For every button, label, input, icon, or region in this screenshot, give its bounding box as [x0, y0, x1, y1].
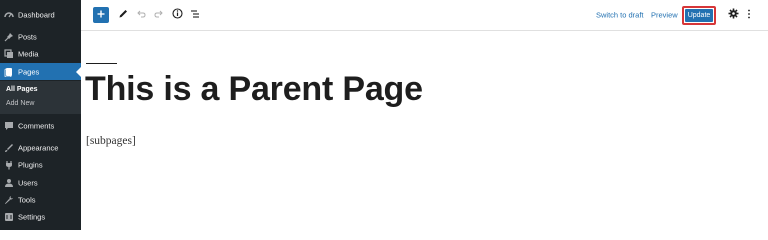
- add-block-button[interactable]: [93, 7, 109, 23]
- details-button[interactable]: [171, 6, 183, 24]
- sidebar-item-label: Users: [18, 178, 38, 187]
- preview-link[interactable]: Preview: [651, 11, 678, 20]
- redo-button[interactable]: [153, 9, 165, 21]
- sidebar-item-label: Settings: [18, 212, 46, 221]
- editor-canvas: This is a Parent Page [subpages]: [81, 31, 768, 230]
- plus-icon: [96, 6, 106, 24]
- sidebar-item-label: Appearance: [18, 143, 59, 152]
- sidebar-item-posts[interactable]: Posts: [0, 28, 81, 45]
- media-icon: [4, 48, 14, 59]
- sidebar-item-appearance[interactable]: Appearance: [0, 139, 81, 156]
- pages-submenu: All Pages Add New: [0, 81, 81, 114]
- submenu-all-pages[interactable]: All Pages: [6, 86, 38, 93]
- update-button[interactable]: Update: [685, 9, 713, 22]
- appearance-icon: [4, 143, 14, 153]
- sidebar-item-label: Pages: [18, 67, 40, 76]
- list-view-button[interactable]: [189, 9, 201, 21]
- sidebar-item-dashboard[interactable]: Dashboard: [0, 6, 81, 23]
- more-vertical-icon: [747, 6, 751, 24]
- sidebar-item-settings[interactable]: Settings: [0, 208, 81, 225]
- comments-icon: [4, 121, 14, 131]
- submenu-add-new[interactable]: Add New: [6, 100, 34, 107]
- sidebar-item-users[interactable]: Users: [0, 174, 81, 191]
- editor-toolbar: Switch to draft Preview Update: [81, 0, 768, 31]
- pencil-icon: [118, 6, 128, 24]
- settings-icon: [4, 212, 14, 222]
- settings-button[interactable]: [727, 6, 739, 24]
- tools-button[interactable]: [117, 9, 129, 21]
- users-icon: [4, 178, 14, 188]
- gear-icon: [728, 6, 739, 24]
- info-icon: [171, 6, 183, 24]
- sidebar-item-label: Comments: [18, 121, 55, 130]
- update-highlight: Update: [682, 6, 716, 25]
- admin-sidebar: Dashboard Posts Media Pages All Pages Ad…: [0, 0, 81, 230]
- sidebar-item-label: Plugins: [18, 160, 43, 169]
- sidebar-item-label: Media: [18, 49, 39, 58]
- sidebar-item-label: Posts: [18, 32, 37, 41]
- undo-icon: [136, 6, 146, 24]
- redo-icon: [154, 6, 164, 24]
- separator: [86, 63, 117, 64]
- sidebar-item-comments[interactable]: Comments: [0, 117, 81, 134]
- page-title[interactable]: This is a Parent Page: [85, 72, 423, 106]
- dashboard-icon: [4, 10, 14, 20]
- tools-icon: [4, 195, 14, 205]
- list-view-icon: [190, 6, 200, 24]
- sidebar-item-label: Dashboard: [18, 10, 55, 19]
- pages-icon: [4, 67, 14, 77]
- sidebar-item-media[interactable]: Media: [0, 45, 81, 62]
- sidebar-item-label: Tools: [18, 195, 36, 204]
- pin-icon: [4, 32, 14, 42]
- undo-button[interactable]: [135, 9, 147, 21]
- sidebar-item-pages[interactable]: Pages: [0, 63, 81, 80]
- sidebar-item-tools[interactable]: Tools: [0, 191, 81, 208]
- paragraph-block[interactable]: [subpages]: [86, 135, 136, 147]
- sidebar-item-plugins[interactable]: Plugins: [0, 156, 81, 173]
- switch-to-draft-link[interactable]: Switch to draft: [596, 11, 644, 20]
- plugins-icon: [4, 160, 14, 170]
- options-button[interactable]: [745, 9, 753, 21]
